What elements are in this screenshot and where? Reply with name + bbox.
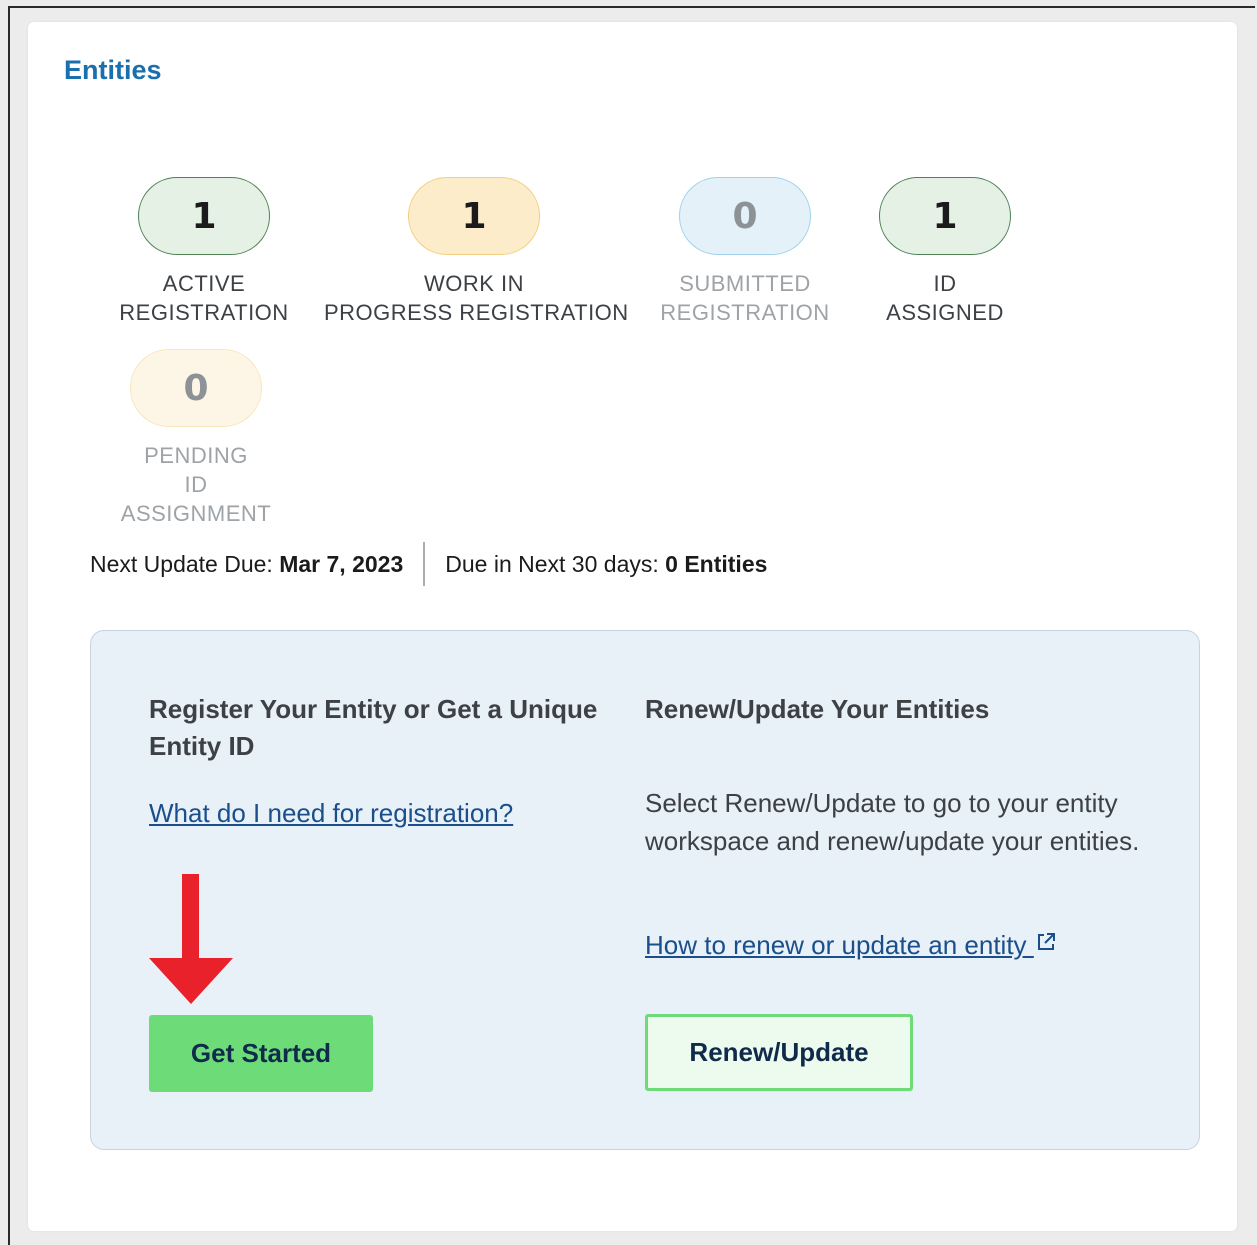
label-line: WORK IN — [423, 271, 525, 296]
card-title: Entities — [64, 55, 162, 85]
update-summary: Next Update Due: Mar 7, 2023 Due in Next… — [90, 542, 767, 586]
count-value: 0 — [183, 367, 209, 409]
stat-work-in-progress[interactable]: 1 WORK IN PROGRESS REGISTRATION — [324, 177, 629, 327]
external-link-icon — [1037, 933, 1055, 950]
next-update-date: Mar 7, 2023 — [279, 550, 404, 577]
count-value: 0 — [732, 195, 758, 237]
label-line: ACTIVE — [162, 271, 246, 296]
renew-update-button[interactable]: Renew/Update — [645, 1014, 913, 1091]
count-badge: 1 — [879, 177, 1011, 255]
label-line: ASSIGNMENT — [120, 501, 272, 526]
due-label: Due in Next 30 days: — [445, 550, 666, 577]
renew-help-link[interactable]: How to renew or update an entity — [645, 930, 1056, 961]
count-badge: 0 — [130, 349, 262, 427]
due-value: 0 Entities — [665, 550, 768, 577]
actions-panel: Register Your Entity or Get a Unique Ent… — [90, 630, 1200, 1150]
label-line: ID — [933, 271, 957, 296]
count-value: 1 — [461, 195, 487, 237]
label-line: PENDING — [144, 443, 248, 468]
stat-id-assigned[interactable]: 1 ID ASSIGNED — [845, 177, 1045, 327]
stat-label: ID ASSIGNED — [845, 269, 1045, 327]
label-line: SUBMITTED — [679, 271, 811, 296]
renew-help-link-text: How to renew or update an entity — [645, 930, 1027, 960]
red-arrow-down-icon — [149, 874, 233, 1004]
renew-description: Select Renew/Update to go to your entity… — [645, 788, 1140, 856]
stat-label: WORK IN PROGRESS REGISTRATION — [324, 269, 629, 327]
stat-pending-id-assignment[interactable]: 0 PENDING ID ASSIGNMENT — [96, 349, 296, 528]
count-value: 1 — [191, 195, 217, 237]
count-badge: 1 — [138, 177, 270, 255]
stat-active-registration[interactable]: 1 ACTIVE REGISTRATION — [89, 177, 319, 327]
register-title: Register Your Entity or Get a Unique Ent… — [149, 694, 598, 761]
stat-submitted-registration[interactable]: 0 SUBMITTED REGISTRATION — [630, 177, 860, 327]
label-line: REGISTRATION — [119, 300, 289, 325]
stat-label: PENDING ID ASSIGNMENT — [96, 441, 296, 528]
stat-label: SUBMITTED REGISTRATION — [630, 269, 860, 327]
get-started-button[interactable]: Get Started — [149, 1015, 373, 1092]
label-line: REGISTRATION — [660, 300, 830, 325]
label-line: PROGRESS REGISTRATION — [324, 300, 629, 325]
registration-requirements-link[interactable]: What do I need for registration? — [149, 798, 513, 829]
renew-title: Renew/Update Your Entities — [645, 694, 990, 724]
stat-label: ACTIVE REGISTRATION — [89, 269, 319, 327]
count-badge: 1 — [408, 177, 540, 255]
label-line: ID — [184, 472, 208, 497]
divider — [423, 542, 426, 586]
label-line: ASSIGNED — [886, 300, 1004, 325]
next-update-label: Next Update Due: — [90, 550, 280, 577]
entities-card: Entities 1 ACTIVE REGISTRATION 1 WORK IN… — [28, 22, 1237, 1231]
count-badge: 0 — [679, 177, 811, 255]
count-value: 1 — [932, 195, 958, 237]
